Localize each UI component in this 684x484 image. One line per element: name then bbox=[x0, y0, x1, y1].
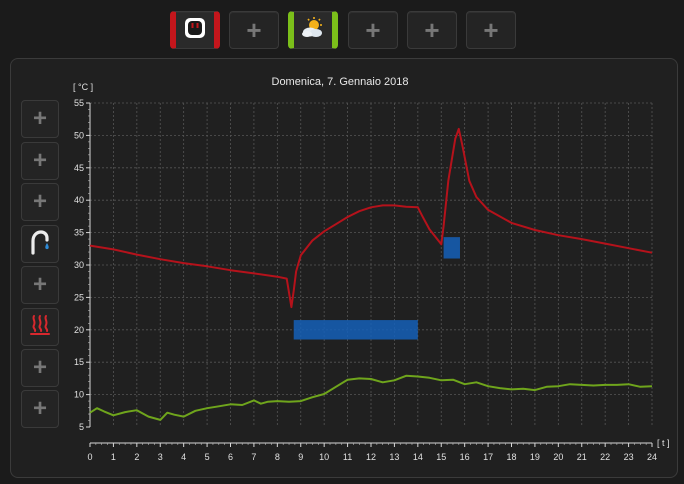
temperature-chart: 5101520253035404550550 1 2 3 4 5 6 7 8 9 10 11 12 13 1… bbox=[73, 82, 670, 462]
x-tick-label: 23 bbox=[624, 452, 634, 462]
x-tick-label: 20 bbox=[553, 452, 563, 462]
x-tick-label: 13 bbox=[389, 452, 399, 462]
x-tick-label: 0 bbox=[87, 452, 92, 462]
x-tick-label: 16 bbox=[460, 452, 470, 462]
x-tick-label: 18 bbox=[506, 452, 516, 462]
x-tick-label: 2 bbox=[134, 452, 139, 462]
x-tick-label: 6 bbox=[228, 452, 233, 462]
x-tick-label: 15 bbox=[436, 452, 446, 462]
x-tick-label: 17 bbox=[483, 452, 493, 462]
series-line-2 bbox=[89, 374, 653, 421]
time-block bbox=[293, 320, 418, 340]
x-tick-label: 22 bbox=[600, 452, 610, 462]
x-tick-label: 4 bbox=[181, 452, 186, 462]
y-tick-label: 45 bbox=[74, 163, 84, 173]
y-axis-label: [ °C ] bbox=[73, 82, 93, 92]
y-tick-label: 20 bbox=[74, 325, 84, 335]
time-block bbox=[443, 237, 460, 259]
x-tick-label: 1 bbox=[111, 452, 116, 462]
y-tick-label: 50 bbox=[74, 130, 84, 140]
x-tick-label: 21 bbox=[577, 452, 587, 462]
x-tick-label: 11 bbox=[343, 452, 352, 462]
x-tick-label: 12 bbox=[366, 452, 376, 462]
x-tick-label: 24 bbox=[647, 452, 657, 462]
x-tick-label: 5 bbox=[205, 452, 210, 462]
y-tick-label: 40 bbox=[74, 195, 84, 205]
x-tick-label: 14 bbox=[413, 452, 423, 462]
x-tick-label: 9 bbox=[298, 452, 303, 462]
y-tick-label: 5 bbox=[79, 422, 84, 432]
x-tick-label: 10 bbox=[319, 452, 329, 462]
x-tick-label: 19 bbox=[530, 452, 540, 462]
y-tick-label: 15 bbox=[74, 357, 84, 367]
y-tick-label: 25 bbox=[74, 292, 84, 302]
x-axis-label: [ t ] bbox=[657, 438, 670, 448]
y-tick-label: 35 bbox=[74, 228, 84, 238]
y-tick-label: 55 bbox=[74, 98, 84, 108]
x-tick-label: 7 bbox=[251, 452, 256, 462]
y-tick-label: 10 bbox=[74, 390, 84, 400]
x-tick-label: 8 bbox=[275, 452, 280, 462]
y-tick-label: 30 bbox=[74, 260, 84, 270]
x-tick-label: 3 bbox=[158, 452, 163, 462]
